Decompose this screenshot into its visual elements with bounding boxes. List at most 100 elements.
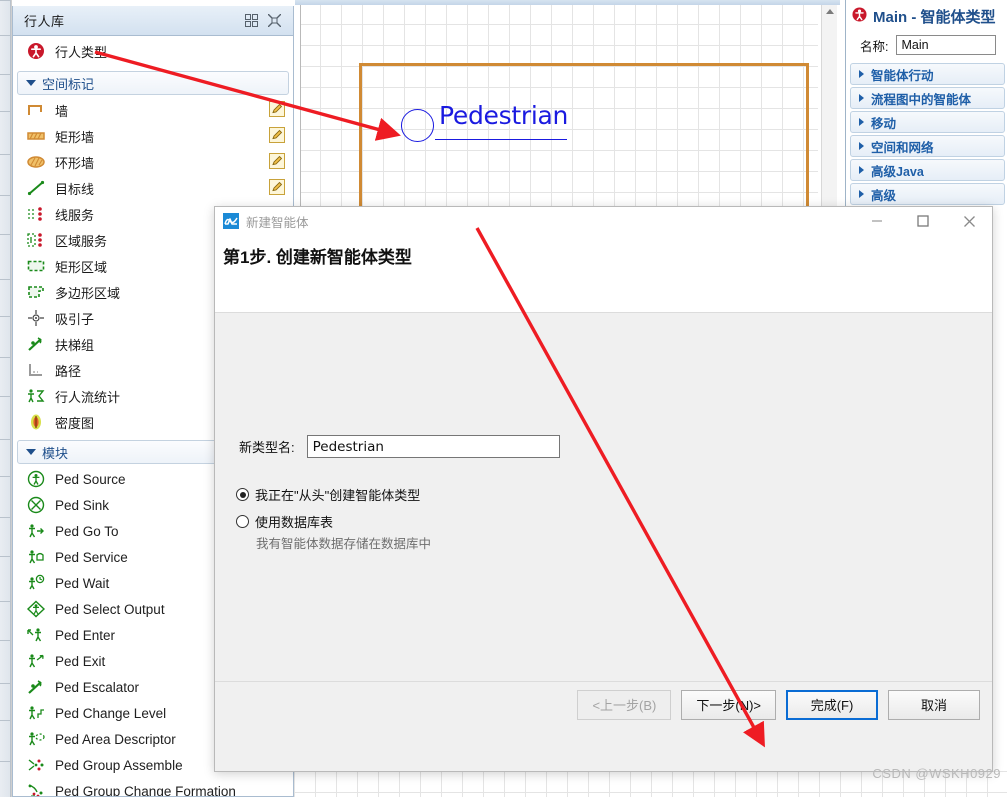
minimize-button[interactable]: [854, 207, 900, 235]
collapsed-view-tab[interactable]: [0, 720, 11, 762]
target-line-icon: [25, 178, 47, 198]
properties-name-input[interactable]: Main: [896, 35, 997, 55]
palette-item-label: 路径: [55, 363, 82, 379]
collapsed-view-tab[interactable]: [0, 154, 11, 196]
palette-item-pedestrian-type[interactable]: 行人类型: [13, 36, 293, 66]
maximize-button[interactable]: [900, 207, 946, 235]
palette-item-label: 矩形墙: [55, 129, 95, 145]
dialog-title-bar[interactable]: 新建智能体: [215, 207, 992, 235]
palette-item-label: Ped Group Assemble: [55, 757, 183, 773]
palette-item-label: 行人类型: [55, 44, 108, 60]
option-database-table[interactable]: 使用数据库表: [236, 512, 333, 531]
collapsed-view-tab[interactable]: [0, 316, 11, 358]
palette-item[interactable]: 墙: [13, 97, 293, 123]
dialog-step-heading: 第1步. 创建新智能体类型: [223, 248, 412, 267]
collapsed-view-tab[interactable]: [0, 640, 11, 684]
ped-change-level-icon: [25, 703, 47, 723]
properties-section[interactable]: 高级: [850, 183, 1005, 205]
canvas-grid[interactable]: Pedestrian: [300, 5, 818, 213]
properties-section[interactable]: 高级Java: [850, 159, 1005, 181]
collapsed-view-tab[interactable]: [0, 761, 11, 797]
wall-icon: [25, 100, 47, 120]
escalator-group-icon: [25, 334, 47, 354]
collapsed-view-tab[interactable]: [0, 35, 11, 75]
button-label: 取消: [920, 698, 947, 713]
edit-pencil-icon[interactable]: [269, 101, 285, 117]
palette-item[interactable]: 目标线: [13, 175, 293, 201]
dialog-footer[interactable]: <上一步(B) 下一步(N)> 完成(F) 取消: [215, 681, 992, 727]
collapsed-view-tab[interactable]: [0, 195, 11, 235]
collapsed-views-strip[interactable]: [0, 0, 12, 797]
properties-panel[interactable]: Main - 智能体类型 名称: Main 智能体行动 流程图中的智能体 移动 空间和…: [845, 0, 1007, 232]
properties-title: Main - 智能体类型: [873, 9, 996, 26]
collapsed-view-tab[interactable]: [0, 279, 11, 317]
button-label: <上一步(B): [592, 698, 657, 713]
palette-item-label: 扶梯组: [55, 337, 95, 353]
new-agent-dialog[interactable]: 新建智能体 第1步. 创建新智能体类型 新类型名: Pedestrian 我正在…: [214, 206, 993, 772]
close-button[interactable]: [946, 207, 992, 235]
properties-section[interactable]: 移动: [850, 111, 1005, 133]
finish-button[interactable]: 完成(F): [786, 689, 878, 720]
edit-pencil-icon[interactable]: [269, 179, 285, 195]
collapsed-view-tab[interactable]: [0, 0, 11, 36]
rectangular-wall-icon: [25, 126, 47, 146]
palette-item-label: Ped Enter: [55, 627, 116, 643]
palette-title: 行人库: [24, 14, 65, 29]
agent-type-icon: [852, 7, 867, 26]
collapsed-view-tab[interactable]: [0, 396, 11, 440]
agent-type-shape[interactable]: [401, 109, 434, 142]
option-from-scratch[interactable]: 我正在"从头"创建智能体类型: [236, 485, 420, 504]
edit-pencil-icon[interactable]: [269, 127, 285, 143]
palette-item-label: Ped Service: [55, 549, 128, 565]
dialog-body[interactable]: 新类型名: Pedestrian 我正在"从头"创建智能体类型 使用数据库表 我…: [215, 313, 992, 727]
ped-service-icon: [25, 547, 47, 567]
new-type-name-label: 新类型名:: [239, 440, 295, 455]
csdn-watermark: CSDN @WSKH0929: [872, 766, 1001, 781]
palette-item-label: Ped Group Change Formation: [55, 783, 236, 797]
dialog-title-text: 新建智能体: [246, 215, 309, 230]
palette-item[interactable]: 环形墙: [13, 149, 293, 175]
chevron-down-icon: [26, 449, 36, 455]
palette-header: 行人库: [13, 6, 293, 36]
canvas-vertical-scrollbar[interactable]: [821, 5, 837, 206]
palette-item-label: Ped Select Output: [55, 601, 165, 617]
back-button: <上一步(B): [577, 689, 672, 720]
radio-database-table-icon[interactable]: [236, 515, 249, 528]
palette-item-label: Ped Area Descriptor: [55, 731, 176, 747]
properties-section[interactable]: 流程图中的智能体: [850, 87, 1005, 109]
palette-item[interactable]: Ped Group Change Formation: [13, 778, 293, 796]
properties-section[interactable]: 智能体行动: [850, 63, 1005, 85]
collapsed-view-tab[interactable]: [0, 74, 11, 112]
grid-view-icon[interactable]: [245, 14, 258, 27]
option-from-scratch-label: 我正在"从头"创建智能体类型: [255, 488, 421, 503]
properties-name-label: 名称:: [860, 39, 889, 54]
palette-item[interactable]: 矩形墙: [13, 123, 293, 149]
dialog-header: 第1步. 创建新智能体类型: [215, 235, 992, 313]
palette-group-space-markup[interactable]: 空间标记: [17, 71, 289, 95]
diagram-canvas[interactable]: Pedestrian: [295, 0, 840, 216]
palette-item-label: Ped Change Level: [55, 705, 167, 721]
radio-from-scratch-icon[interactable]: [236, 488, 249, 501]
collapsed-view-tab[interactable]: [0, 234, 11, 280]
collapsed-view-tab[interactable]: [0, 601, 11, 641]
collapsed-view-tab[interactable]: [0, 476, 11, 518]
collapsed-view-tab[interactable]: [0, 517, 11, 557]
collapsed-view-tab[interactable]: [0, 556, 11, 602]
cancel-button[interactable]: 取消: [888, 689, 980, 720]
ped-flow-statistics-icon: [25, 386, 47, 406]
collapsed-view-tab[interactable]: [0, 357, 11, 397]
option-database-table-sublabel: 我有智能体数据存储在数据库中: [256, 537, 432, 551]
collapsed-view-tab[interactable]: [0, 439, 11, 477]
button-label: 下一步(N)>: [696, 698, 761, 713]
next-button[interactable]: 下一步(N)>: [681, 689, 776, 720]
edit-pencil-icon[interactable]: [269, 153, 285, 169]
new-type-name-input[interactable]: Pedestrian: [306, 435, 560, 458]
palette-item-label: 线服务: [55, 207, 95, 223]
collapsed-view-tab[interactable]: [0, 683, 11, 721]
properties-section[interactable]: 空间和网络: [850, 135, 1005, 157]
button-label: 完成(F): [810, 698, 854, 713]
collapse-all-icon[interactable]: [268, 14, 281, 27]
collapsed-view-tab[interactable]: [0, 111, 11, 155]
scroll-up-arrow-icon[interactable]: [826, 9, 834, 14]
window-buttons[interactable]: [854, 207, 992, 235]
